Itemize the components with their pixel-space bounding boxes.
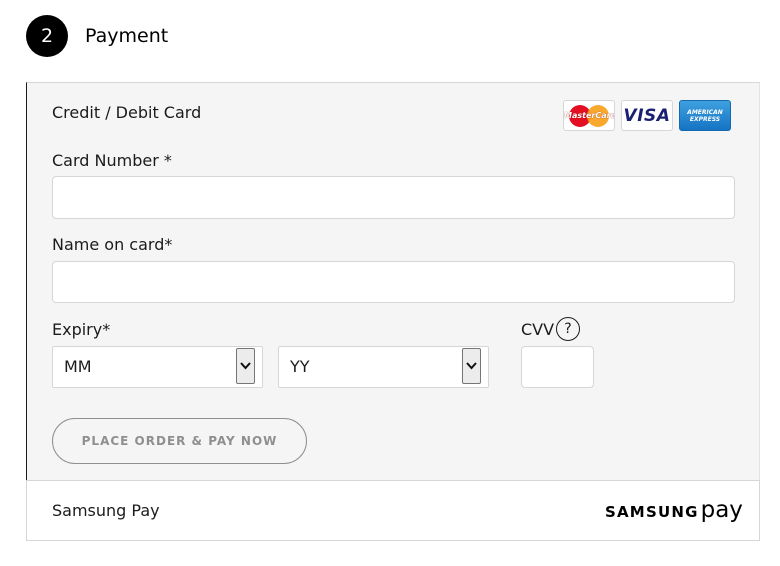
- payment-step-header: 2 Payment: [26, 14, 168, 58]
- name-on-card-input[interactable]: [52, 261, 735, 303]
- cvv-label: CVV: [521, 320, 555, 339]
- visa-logo: VISA: [621, 100, 673, 131]
- credit-debit-card-section[interactable]: Credit / Debit Card MasterCard VISA AMER…: [26, 82, 760, 480]
- samsung-pay-logo-samsung: SAMSUNG: [605, 503, 699, 521]
- samsung-pay-section[interactable]: Samsung Pay SAMSUNG pay: [26, 480, 760, 541]
- mastercard-logo: MasterCard: [563, 100, 615, 131]
- step-number-badge: 2: [26, 15, 68, 57]
- expiry-month-value: MM: [64, 357, 92, 376]
- card-number-input[interactable]: [52, 176, 735, 219]
- accepted-cards: MasterCard VISA AMERICAN EXPRESS: [563, 100, 731, 131]
- cvv-input[interactable]: [521, 346, 594, 388]
- amex-logo-text: AMERICAN EXPRESS: [687, 108, 723, 123]
- expiry-label: Expiry*: [52, 320, 111, 339]
- expiry-month-select[interactable]: MM: [52, 346, 263, 388]
- card-section-title: Credit / Debit Card: [52, 103, 202, 122]
- card-number-label: Card Number *: [52, 151, 172, 170]
- expiry-year-select[interactable]: YY: [278, 346, 489, 388]
- samsung-pay-label: Samsung Pay: [52, 501, 160, 520]
- name-on-card-label: Name on card*: [52, 235, 173, 254]
- place-order-button[interactable]: PLACE ORDER & PAY NOW: [52, 418, 307, 464]
- step-title: Payment: [85, 25, 169, 47]
- chevron-down-icon[interactable]: [236, 348, 255, 384]
- mastercard-logo-text: MasterCard: [564, 111, 615, 120]
- amex-logo: AMERICAN EXPRESS: [679, 100, 731, 131]
- samsung-pay-logo-pay: pay: [700, 497, 743, 523]
- chevron-down-icon[interactable]: [462, 348, 481, 384]
- cvv-help-icon[interactable]: ?: [556, 317, 580, 341]
- expiry-year-value: YY: [290, 357, 310, 376]
- visa-logo-text: VISA: [623, 105, 671, 126]
- samsung-pay-logo: SAMSUNG pay: [605, 497, 743, 523]
